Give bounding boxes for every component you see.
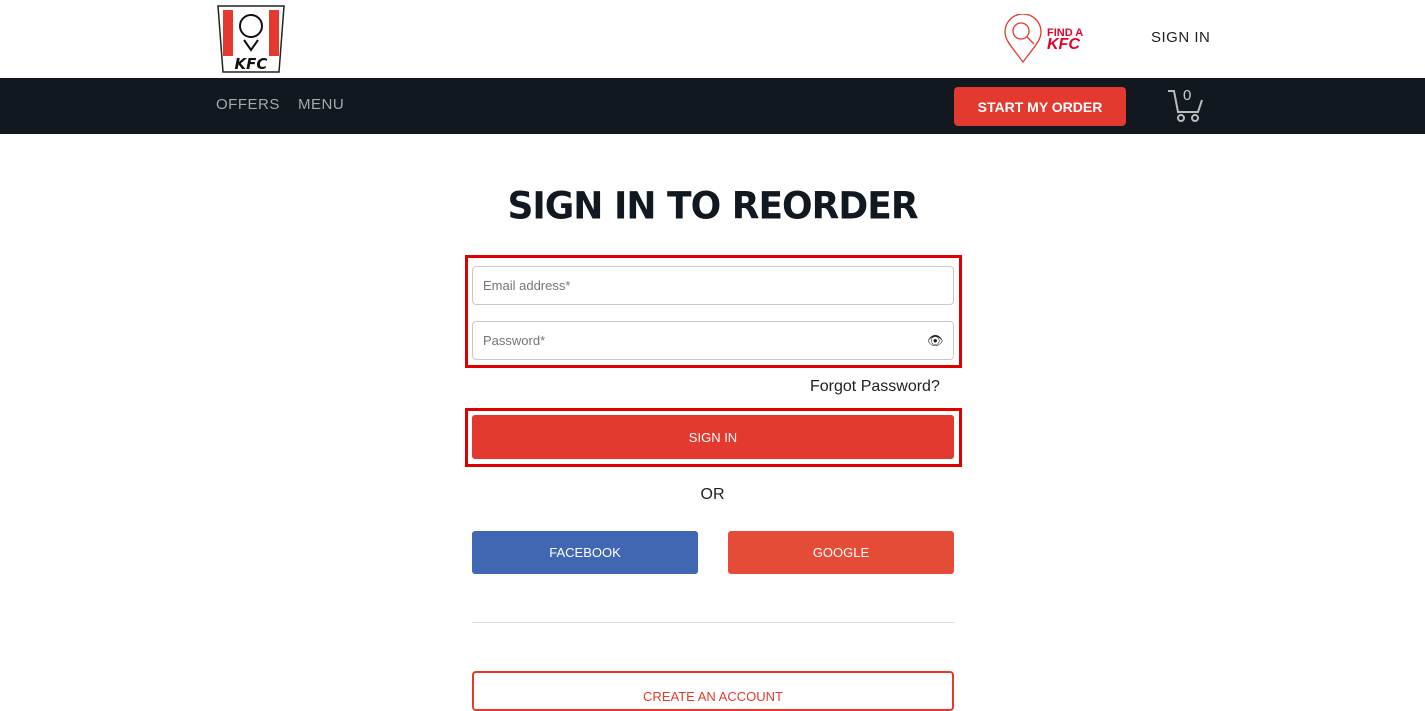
email-input[interactable] [472,266,954,305]
find-a-kfc-link[interactable]: FIND A KFC [1003,14,1083,64]
google-button[interactable]: GOOGLE [728,531,954,574]
location-search-icon [1004,14,1042,64]
cart-count: 0 [1183,87,1192,104]
nav-bar: OFFERS MENU [0,78,1425,134]
page-title: SIGN IN TO REORDER [507,184,918,229]
cart-button[interactable]: 0 [1166,87,1206,129]
show-password-eye-icon[interactable]: 👁 [927,333,944,349]
find-kfc-text: KFC [1047,36,1080,53]
kfc-logo[interactable]: KFC [216,4,286,74]
or-divider-text: OR [700,486,725,503]
sign-in-link[interactable]: SIGN IN [1151,29,1210,46]
svg-text:KFC: KFC [235,55,268,73]
sign-in-button[interactable]: SIGN IN [472,415,954,459]
password-input[interactable] [472,321,954,360]
create-account-button[interactable]: CREATE AN ACCOUNT [472,671,954,711]
top-header: KFC FIND A KFC SIGN IN [0,0,1425,78]
start-my-order-button[interactable]: START MY ORDER [954,87,1126,126]
forgot-password-link[interactable]: Forgot Password? [810,378,940,396]
nav-offers[interactable]: OFFERS [216,96,280,113]
nav-menu[interactable]: MENU [298,96,344,113]
facebook-button[interactable]: FACEBOOK [472,531,698,574]
divider [472,622,954,623]
